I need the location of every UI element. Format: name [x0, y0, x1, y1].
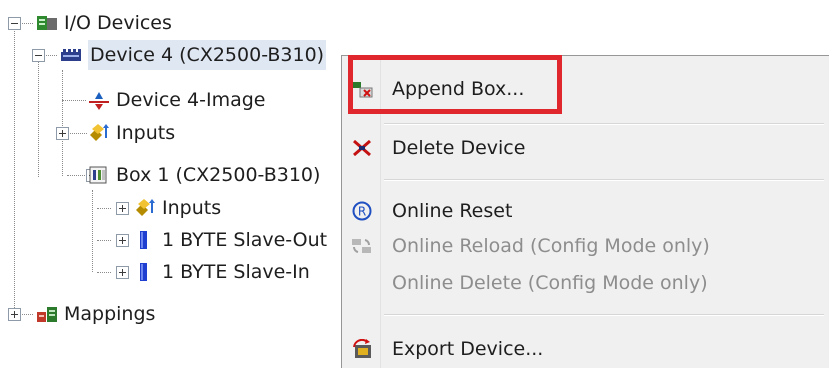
export-icon [351, 338, 373, 359]
menu-item-delete-device[interactable]: Delete Device [342, 131, 829, 165]
tree-item-device4[interactable]: Device 4 (CX2500-B310) [60, 40, 327, 70]
tree-item-slave-in[interactable]: 1 BYTE Slave-In [134, 257, 310, 287]
device-ethercat-icon [60, 45, 82, 65]
reset-icon: R [351, 201, 373, 221]
menu-item-export-device[interactable]: Export Device... [342, 332, 829, 366]
inputs-icon [134, 198, 156, 218]
delete-icon [351, 138, 373, 158]
expand-toggle-inputs[interactable] [56, 127, 69, 140]
reload-icon [351, 236, 373, 256]
slave-byte-icon [134, 230, 156, 250]
mappings-icon [36, 304, 58, 324]
box-icon [88, 165, 110, 185]
device-image-icon [88, 90, 110, 110]
io-devices-icon [36, 13, 58, 33]
collapse-toggle-device4[interactable] [32, 49, 45, 62]
menu-separator [384, 123, 824, 125]
tree-item-device4-image[interactable]: Device 4-Image [88, 85, 265, 115]
tree-item-box-inputs[interactable]: Inputs [134, 193, 221, 223]
highlight-annotation-box [348, 55, 562, 114]
tree-item-box1[interactable]: Box 1 (CX2500-B310) [88, 160, 320, 190]
expand-toggle-mappings[interactable] [8, 308, 21, 321]
inputs-icon [88, 123, 110, 143]
menu-item-online-reload[interactable]: Online Reload (Config Mode only) [342, 229, 829, 263]
tree-item-io-devices[interactable]: I/O Devices [36, 8, 172, 38]
menu-separator [384, 179, 824, 181]
tree-item-slave-out[interactable]: 1 BYTE Slave-Out [134, 225, 327, 255]
menu-item-online-delete[interactable]: Online Delete (Config Mode only) [342, 266, 829, 300]
svg-text:R: R [358, 205, 366, 219]
tree-item-mappings[interactable]: Mappings [36, 299, 155, 329]
expand-toggle-box-inputs[interactable] [116, 202, 129, 215]
menu-item-online-reset[interactable]: R Online Reset [342, 194, 829, 228]
expand-toggle-slave-in[interactable] [116, 266, 129, 279]
collapse-toggle-io-devices[interactable] [8, 17, 21, 30]
slave-byte-icon [134, 262, 156, 282]
expand-toggle-slave-out[interactable] [116, 234, 129, 247]
tree-item-inputs[interactable]: Inputs [88, 118, 175, 148]
menu-separator [384, 314, 824, 316]
